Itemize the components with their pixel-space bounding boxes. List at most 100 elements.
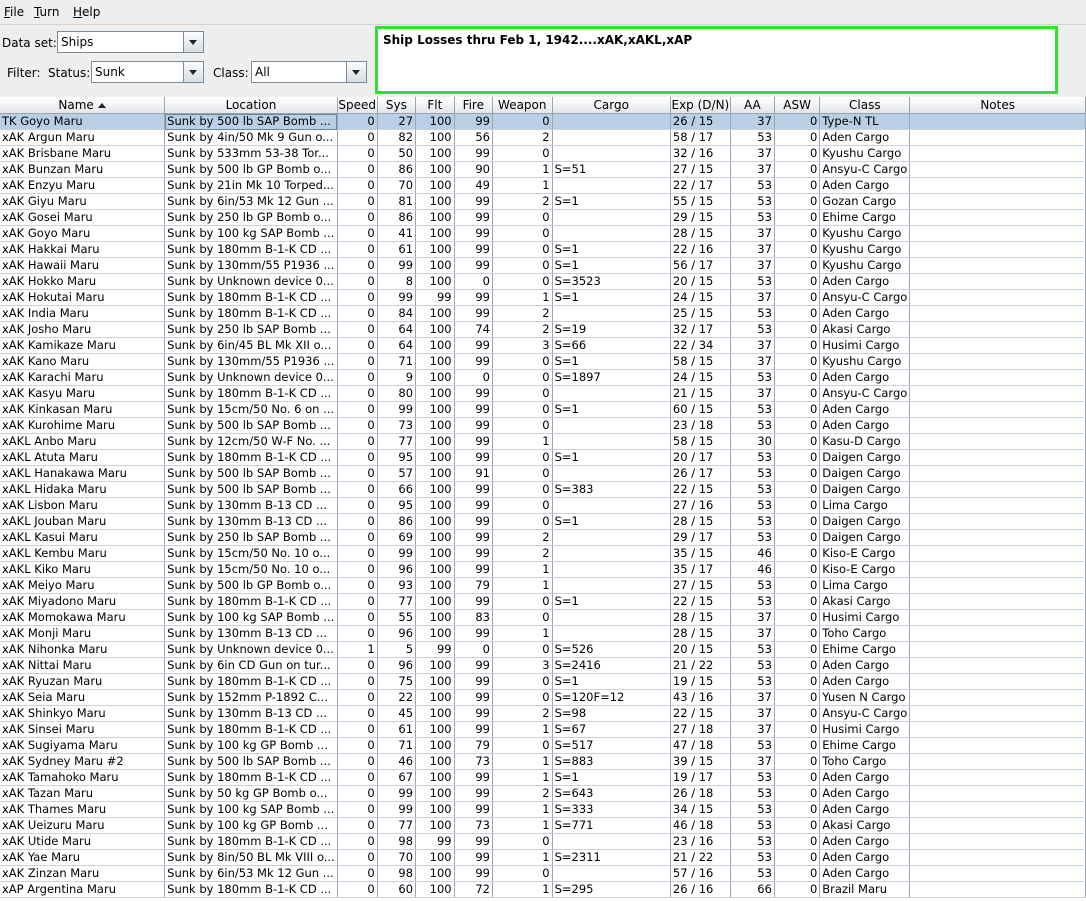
cell-weapon[interactable]: 1 bbox=[492, 177, 553, 194]
cell-notes[interactable] bbox=[909, 289, 1086, 306]
cell-flt[interactable]: 100 bbox=[415, 241, 455, 258]
cell-class[interactable]: Aden Cargo bbox=[819, 177, 911, 194]
cell-name[interactable]: xAK Momokawa Maru bbox=[0, 609, 166, 626]
cell-weapon[interactable]: 1 bbox=[492, 881, 553, 898]
cell-sys[interactable]: 61 bbox=[377, 241, 417, 258]
cell-weapon[interactable]: 1 bbox=[492, 753, 553, 770]
table-row[interactable]: xAK Ueizuru Maru Sunk by 100 kg GP Bomb .… bbox=[0, 817, 1086, 834]
cell-weapon[interactable]: 0 bbox=[492, 257, 553, 274]
cell-sys[interactable]: 45 bbox=[377, 705, 417, 722]
cell-asw[interactable]: 0 bbox=[774, 657, 821, 674]
cell-name[interactable]: xAK Karachi Maru bbox=[0, 369, 166, 386]
cell-location[interactable]: Sunk by 100 kg SAP Bomb ... bbox=[164, 225, 338, 242]
cell-flt[interactable]: 100 bbox=[415, 657, 455, 674]
cell-aa[interactable]: 37 bbox=[730, 353, 775, 370]
cell-aa[interactable]: 53 bbox=[730, 305, 775, 322]
cell-name[interactable]: xAK Hokko Maru bbox=[0, 273, 166, 290]
cell-exp[interactable]: 60 / 15 bbox=[670, 401, 731, 418]
cell-class[interactable]: Aden Cargo bbox=[819, 769, 911, 786]
cell-flt[interactable]: 100 bbox=[415, 161, 455, 178]
cell-name[interactable]: TK Goyo Maru bbox=[0, 113, 166, 130]
cell-fire[interactable]: 99 bbox=[454, 497, 493, 514]
cell-flt[interactable]: 100 bbox=[415, 545, 455, 562]
cell-sys[interactable]: 70 bbox=[377, 177, 417, 194]
cell-asw[interactable]: 0 bbox=[774, 785, 821, 802]
cell-flt[interactable]: 100 bbox=[415, 737, 455, 754]
cell-cargo[interactable]: S=295 bbox=[552, 881, 671, 898]
cell-location[interactable]: Sunk by Unknown device 0... bbox=[164, 273, 338, 290]
cell-speed[interactable]: 0 bbox=[337, 257, 378, 274]
cell-class[interactable]: Aden Cargo bbox=[819, 657, 911, 674]
cell-notes[interactable] bbox=[909, 513, 1086, 530]
cell-location[interactable]: Sunk by 500 lb GP Bomb o... bbox=[164, 577, 338, 594]
cell-aa[interactable]: 53 bbox=[730, 849, 775, 866]
cell-notes[interactable] bbox=[909, 865, 1086, 882]
cell-cargo[interactable]: S=1 bbox=[552, 289, 671, 306]
cell-weapon[interactable]: 2 bbox=[492, 129, 553, 146]
cell-location[interactable]: Sunk by 500 lb SAP Bomb ... bbox=[164, 417, 338, 434]
cell-class[interactable]: Aden Cargo bbox=[819, 417, 911, 434]
cell-class[interactable]: Aden Cargo bbox=[819, 801, 911, 818]
cell-aa[interactable]: 53 bbox=[730, 641, 775, 658]
table-row[interactable]: xAKL Atuta Maru Sunk by 180mm B-1-K CD ..… bbox=[0, 449, 1086, 466]
table-row[interactable]: xAK Kinkasan Maru Sunk by 15cm/50 No. 6 o… bbox=[0, 401, 1086, 418]
cell-class[interactable]: Aden Cargo bbox=[819, 785, 911, 802]
cell-aa[interactable]: 53 bbox=[730, 369, 775, 386]
cell-sys[interactable]: 71 bbox=[377, 737, 417, 754]
cell-cargo[interactable]: S=67 bbox=[552, 721, 671, 738]
cell-name[interactable]: xAK Tazan Maru bbox=[0, 785, 166, 802]
cell-cargo[interactable] bbox=[552, 609, 671, 626]
cell-flt[interactable]: 100 bbox=[415, 689, 455, 706]
cell-weapon[interactable]: 0 bbox=[492, 225, 553, 242]
cell-speed[interactable]: 0 bbox=[337, 849, 378, 866]
cell-flt[interactable]: 100 bbox=[415, 721, 455, 738]
cell-fire[interactable]: 99 bbox=[454, 801, 493, 818]
cell-location[interactable]: Sunk by 180mm B-1-K CD ... bbox=[164, 305, 338, 322]
cell-aa[interactable]: 53 bbox=[730, 737, 775, 754]
cell-cargo[interactable]: S=1897 bbox=[552, 369, 671, 386]
cell-aa[interactable]: 53 bbox=[730, 209, 775, 226]
cell-exp[interactable]: 47 / 18 bbox=[670, 737, 731, 754]
cell-aa[interactable]: 46 bbox=[730, 545, 775, 562]
cell-weapon[interactable]: 0 bbox=[492, 401, 553, 418]
cell-cargo[interactable] bbox=[552, 529, 671, 546]
cell-fire[interactable]: 99 bbox=[454, 849, 493, 866]
table-row[interactable]: xAK Monji Maru Sunk by 130mm B-13 CD ... 0… bbox=[0, 625, 1086, 642]
cell-cargo[interactable]: S=2311 bbox=[552, 849, 671, 866]
cell-class[interactable]: Akasi Cargo bbox=[819, 593, 911, 610]
cell-location[interactable]: Sunk by Unknown device 0... bbox=[164, 641, 338, 658]
cell-sys[interactable]: 27 bbox=[377, 113, 417, 130]
cell-fire[interactable]: 56 bbox=[454, 129, 493, 146]
cell-class[interactable]: Husimi Cargo bbox=[819, 337, 911, 354]
table-row[interactable]: xAP Argentina Maru Sunk by 180mm B-1-K CD… bbox=[0, 881, 1086, 898]
cell-weapon[interactable]: 0 bbox=[492, 369, 553, 386]
cell-name[interactable]: xAK Ryuzan Maru bbox=[0, 673, 166, 690]
cell-sys[interactable]: 77 bbox=[377, 817, 417, 834]
cell-weapon[interactable]: 2 bbox=[492, 305, 553, 322]
cell-fire[interactable]: 99 bbox=[454, 561, 493, 578]
cell-asw[interactable]: 0 bbox=[774, 273, 821, 290]
cell-cargo[interactable] bbox=[552, 865, 671, 882]
cell-weapon[interactable]: 2 bbox=[492, 321, 553, 338]
cell-flt[interactable]: 100 bbox=[415, 609, 455, 626]
cell-location[interactable]: Sunk by 100 kg SAP Bomb ... bbox=[164, 609, 338, 626]
cell-name[interactable]: xAK Argun Maru bbox=[0, 129, 166, 146]
cell-location[interactable]: Sunk by 500 lb SAP Bomb ... bbox=[164, 465, 338, 482]
cell-sys[interactable]: 55 bbox=[377, 609, 417, 626]
cell-location[interactable]: Sunk by 180mm B-1-K CD ... bbox=[164, 833, 338, 850]
cell-flt[interactable]: 100 bbox=[415, 209, 455, 226]
cell-class[interactable]: Daigen Cargo bbox=[819, 529, 911, 546]
cell-cargo[interactable]: S=2416 bbox=[552, 657, 671, 674]
cell-speed[interactable]: 0 bbox=[337, 353, 378, 370]
cell-cargo[interactable]: S=1 bbox=[552, 257, 671, 274]
table-row[interactable]: xAKL Jouban Maru Sunk by 130mm B-13 CD ..… bbox=[0, 513, 1086, 530]
cell-weapon[interactable]: 0 bbox=[492, 513, 553, 530]
cell-location[interactable]: Sunk by 100 kg GP Bomb ... bbox=[164, 737, 338, 754]
cell-fire[interactable]: 99 bbox=[454, 785, 493, 802]
cell-notes[interactable] bbox=[909, 145, 1086, 162]
cell-fire[interactable]: 99 bbox=[454, 353, 493, 370]
cell-class[interactable]: Aden Cargo bbox=[819, 833, 911, 850]
cell-fire[interactable]: 99 bbox=[454, 705, 493, 722]
column-header-notes[interactable]: Notes bbox=[909, 97, 1086, 114]
cell-flt[interactable]: 100 bbox=[415, 113, 455, 130]
